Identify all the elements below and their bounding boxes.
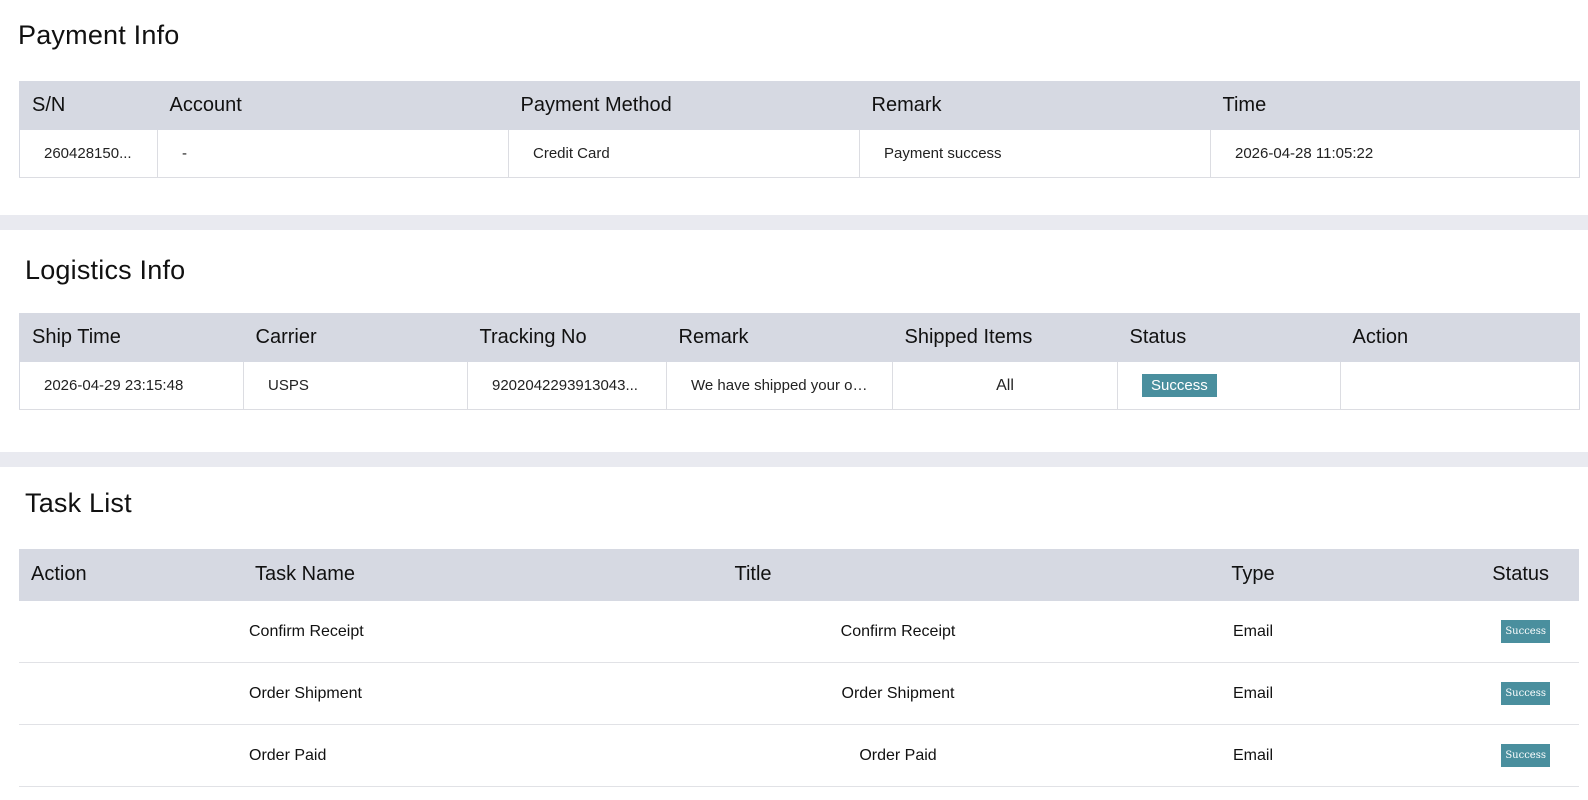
logistics-col-action: Action [1340, 313, 1580, 362]
payment-time-cell: 2026-04-28 11:05:22 [1210, 129, 1580, 178]
task-name-cell: Order Shipment [243, 662, 593, 725]
task-type-cell: Email [1203, 724, 1303, 787]
task-action-cell[interactable] [19, 662, 243, 725]
task-title-cell: Order Paid [593, 724, 1203, 787]
task-action-cell[interactable] [19, 600, 243, 663]
payment-sn-cell: 260428150... [19, 129, 158, 178]
table-row: Order Shipment Order Shipment Email Succ… [19, 662, 1579, 725]
status-badge: Success [1501, 620, 1550, 643]
table-row: Confirm Receipt Confirm Receipt Email Su… [19, 600, 1579, 663]
logistics-col-tracking: Tracking No [467, 313, 667, 362]
task-col-title: Title [593, 549, 1203, 601]
task-status-cell: Success [1303, 662, 1579, 725]
logistics-info-title: Logistics Info [25, 255, 186, 285]
task-header-row: Action Task Name Title Type Status [19, 549, 1579, 601]
logistics-col-status: Status [1117, 313, 1341, 362]
payment-col-account: Account [157, 81, 509, 130]
logistics-table: Ship Time Carrier Tracking No Remark Shi… [19, 313, 1580, 410]
task-col-status: Status [1303, 549, 1579, 601]
logistics-status-cell: Success [1117, 361, 1341, 410]
task-name-cell: Confirm Receipt [243, 600, 593, 663]
section-divider [0, 215, 1588, 230]
payment-col-time: Time [1210, 81, 1580, 130]
logistics-action-cell[interactable] [1340, 361, 1580, 410]
payment-col-sn: S/N [19, 81, 158, 130]
logistics-carrier-cell: USPS [243, 361, 468, 410]
task-title-cell: Order Shipment [593, 662, 1203, 725]
payment-method-cell: Credit Card [508, 129, 860, 178]
logistics-remark-cell: We have shipped your or... [666, 361, 893, 410]
task-status-cell: Success [1303, 600, 1579, 663]
task-action-cell[interactable] [19, 724, 243, 787]
logistics-tracking-cell: 9202042293913043... [467, 361, 667, 410]
payment-account-cell: - [157, 129, 509, 178]
task-table: Action Task Name Title Type Status Confi… [19, 549, 1579, 787]
logistics-col-ship-time: Ship Time [19, 313, 244, 362]
logistics-col-shipped-items: Shipped Items [892, 313, 1118, 362]
task-list-title: Task List [25, 488, 132, 518]
task-type-cell: Email [1203, 662, 1303, 725]
payment-table: S/N Account Payment Method Remark Time 2… [19, 81, 1580, 178]
task-col-name: Task Name [243, 549, 593, 601]
table-row: Order Paid Order Paid Email Success [19, 724, 1579, 787]
logistics-col-carrier: Carrier [243, 313, 468, 362]
section-divider [0, 452, 1588, 467]
payment-remark-cell: Payment success [859, 129, 1211, 178]
payment-header-row: S/N Account Payment Method Remark Time [19, 81, 1580, 130]
table-row: 260428150... - Credit Card Payment succe… [19, 129, 1580, 178]
table-row: 2026-04-29 23:15:48 USPS 920204229391304… [19, 361, 1580, 410]
logistics-items-cell: All [892, 361, 1118, 410]
task-title-cell: Confirm Receipt [593, 600, 1203, 663]
payment-col-remark: Remark [859, 81, 1211, 130]
status-badge: Success [1501, 744, 1550, 767]
task-name-cell: Order Paid [243, 724, 593, 787]
logistics-ship-time-cell: 2026-04-29 23:15:48 [19, 361, 244, 410]
task-type-cell: Email [1203, 600, 1303, 663]
payment-info-title: Payment Info [18, 20, 180, 50]
status-badge: Success [1142, 374, 1217, 397]
logistics-header-row: Ship Time Carrier Tracking No Remark Shi… [19, 313, 1580, 362]
payment-col-method: Payment Method [508, 81, 860, 130]
task-status-cell: Success [1303, 724, 1579, 787]
task-col-type: Type [1203, 549, 1303, 601]
task-col-action: Action [19, 549, 243, 601]
logistics-col-remark: Remark [666, 313, 893, 362]
status-badge: Success [1501, 682, 1550, 705]
